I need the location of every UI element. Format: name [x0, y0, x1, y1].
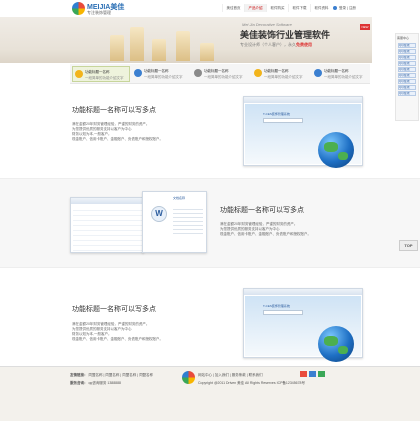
login-link[interactable]: 登录 | 注册 — [333, 4, 356, 12]
globe-icon — [318, 132, 354, 168]
back-to-top-button[interactable]: TOP — [399, 240, 418, 251]
new-badge: NEW — [360, 24, 370, 30]
qq-online-button[interactable]: QQ在线 — [398, 67, 416, 72]
qq-online-button[interactable]: QQ在线 — [398, 49, 416, 54]
nav-item-docs[interactable]: 软件资料 — [310, 4, 332, 12]
logo[interactable]: MEIJIA美佳 专注装饰管理 — [72, 2, 124, 16]
banner-image — [100, 21, 220, 61]
banner-title: 美佳装饰行业管理软件 — [240, 30, 331, 40]
feature-text: 滴在金额20年财务管理经验，严谨的财务的资产。 为您提供优质的服务支持以客户为中… — [72, 322, 163, 341]
feature-icon — [314, 69, 322, 77]
feature-text: 滴在金额20年财务管理经验，严谨的财务的资产。 为您提供优质的服务支持以客户为中… — [220, 222, 311, 236]
feature-tab[interactable]: 功能标题一名称 一段简单的功能介绍文字 — [192, 66, 250, 82]
hero-banner: Mei Jia Decorative Software 美佳装饰行业管理软件 专… — [0, 17, 372, 63]
qq-online-button[interactable]: QQ在线 — [398, 55, 416, 60]
qq-online-button[interactable]: QQ在线 — [398, 43, 416, 48]
social-icons — [300, 371, 325, 377]
feature-icon — [254, 69, 262, 77]
feature-title: 功能标题一名称可以写多点 — [72, 107, 156, 114]
footer-nav-link[interactable]: 加入我们 — [215, 373, 229, 377]
nav-item-home[interactable]: 美佳首页 — [222, 4, 244, 12]
feature-section: 功能标题一名称可以写多点 滴在金额20年财务管理经验，严谨的财务的资产。 为您提… — [0, 272, 420, 364]
footer-link[interactable]: 同盟名称 — [88, 373, 102, 377]
brand-tagline: 专注装饰管理 — [87, 10, 111, 15]
feature-section: 文档名称 W 功能标题一名称可以写多点 滴在金额20年财务管理经验，严谨的财务的… — [0, 178, 420, 268]
banner-slogan: 专业设计师（个人客户），永久免费使用 — [240, 42, 312, 47]
main-nav: 美佳首页 产品介绍 软件购买 软件下载 软件资料 — [222, 4, 332, 12]
footer-nav-link[interactable]: 服务条款 — [232, 373, 246, 377]
copyright: Copyright @2011 Driven 美佳 All Rights Res… — [198, 381, 306, 385]
feature-section: 功能标题一名称可以写多点 滴在金额20年财务管理经验，严谨的财务的资产。 为您提… — [0, 88, 420, 174]
weibo-icon[interactable] — [300, 371, 307, 377]
feature-title: 功能标题一名称可以写多点 — [220, 207, 304, 214]
qq-online-button[interactable]: QQ在线 — [398, 73, 416, 78]
feature-tab[interactable]: 功能标题一名称 一段简单的功能介绍文字 — [312, 66, 370, 82]
top-header: MEIJIA美佳 专注装饰管理 美佳首页 产品介绍 软件购买 软件下载 软件资料… — [0, 0, 420, 17]
footer: 友情链接： 同盟名称 | 同盟名称 | 同盟名称 | 同盟名称 服务咨询： qq… — [0, 366, 420, 421]
user-icon — [333, 6, 337, 11]
nav-item-buy[interactable]: 软件购买 — [266, 4, 288, 12]
footer-nav-link[interactable]: 网站中心 — [198, 373, 212, 377]
share-icon[interactable] — [318, 371, 325, 377]
document-window: 文档名称 W — [142, 191, 207, 253]
friend-links: 友情链接： 同盟名称 | 同盟名称 | 同盟名称 | 同盟名称 — [70, 373, 154, 377]
footer-nav-link[interactable]: 联系我们 — [249, 373, 263, 377]
banner-subtitle: Mei Jia Decorative Software — [242, 22, 292, 27]
app-screenshot — [70, 197, 144, 253]
footer-link[interactable]: 同盟名称 — [105, 373, 119, 377]
logo-icon — [72, 2, 85, 15]
footer-link[interactable]: 同盟名称 — [139, 373, 153, 377]
word-icon: W — [151, 206, 167, 222]
feature-tabs: 功能标题一名称 一段简单的功能介绍文字 功能标题一名称 一段简单的功能介绍文字 功能… — [70, 64, 370, 84]
feature-text: 滴在金额20年财务管理经验，严谨的财务的资产。 为您提供优质的服务支持以客户为中… — [72, 122, 163, 141]
globe-icon — [318, 326, 354, 362]
phone-number: 1388888 — [107, 381, 122, 385]
qq-icon[interactable] — [309, 371, 316, 377]
feature-tab[interactable]: 功能标题一名称 一段简单的功能介绍文字 — [72, 66, 130, 82]
qq-online-button[interactable]: QQ在线 — [398, 79, 416, 84]
nav-item-download[interactable]: 软件下载 — [288, 4, 310, 12]
footer-link[interactable]: 同盟名称 — [122, 373, 136, 377]
footer-logo-icon — [182, 371, 195, 384]
feature-title: 功能标题一名称可以写多点 — [72, 306, 156, 313]
service-title: 客服中心 — [397, 36, 410, 40]
qq-online-button[interactable]: QQ在线 — [398, 61, 416, 66]
feature-icon — [194, 69, 202, 77]
feature-icon — [134, 69, 142, 77]
feature-icon — [75, 70, 83, 78]
feature-tab[interactable]: 功能标题一名称 一段简单的功能介绍文字 — [132, 66, 190, 82]
footer-nav: 网站中心 | 加入我们 | 服务条款 | 联系我们 — [198, 373, 263, 377]
qq-service-link[interactable]: qq咨询服务 — [88, 381, 106, 385]
nav-item-products[interactable]: 产品介绍 — [244, 4, 266, 12]
feature-tab[interactable]: 功能标题一名称 一段简单的功能介绍文字 — [252, 66, 310, 82]
service-links: 服务咨询： qq咨询服务 1388888 — [70, 381, 122, 385]
